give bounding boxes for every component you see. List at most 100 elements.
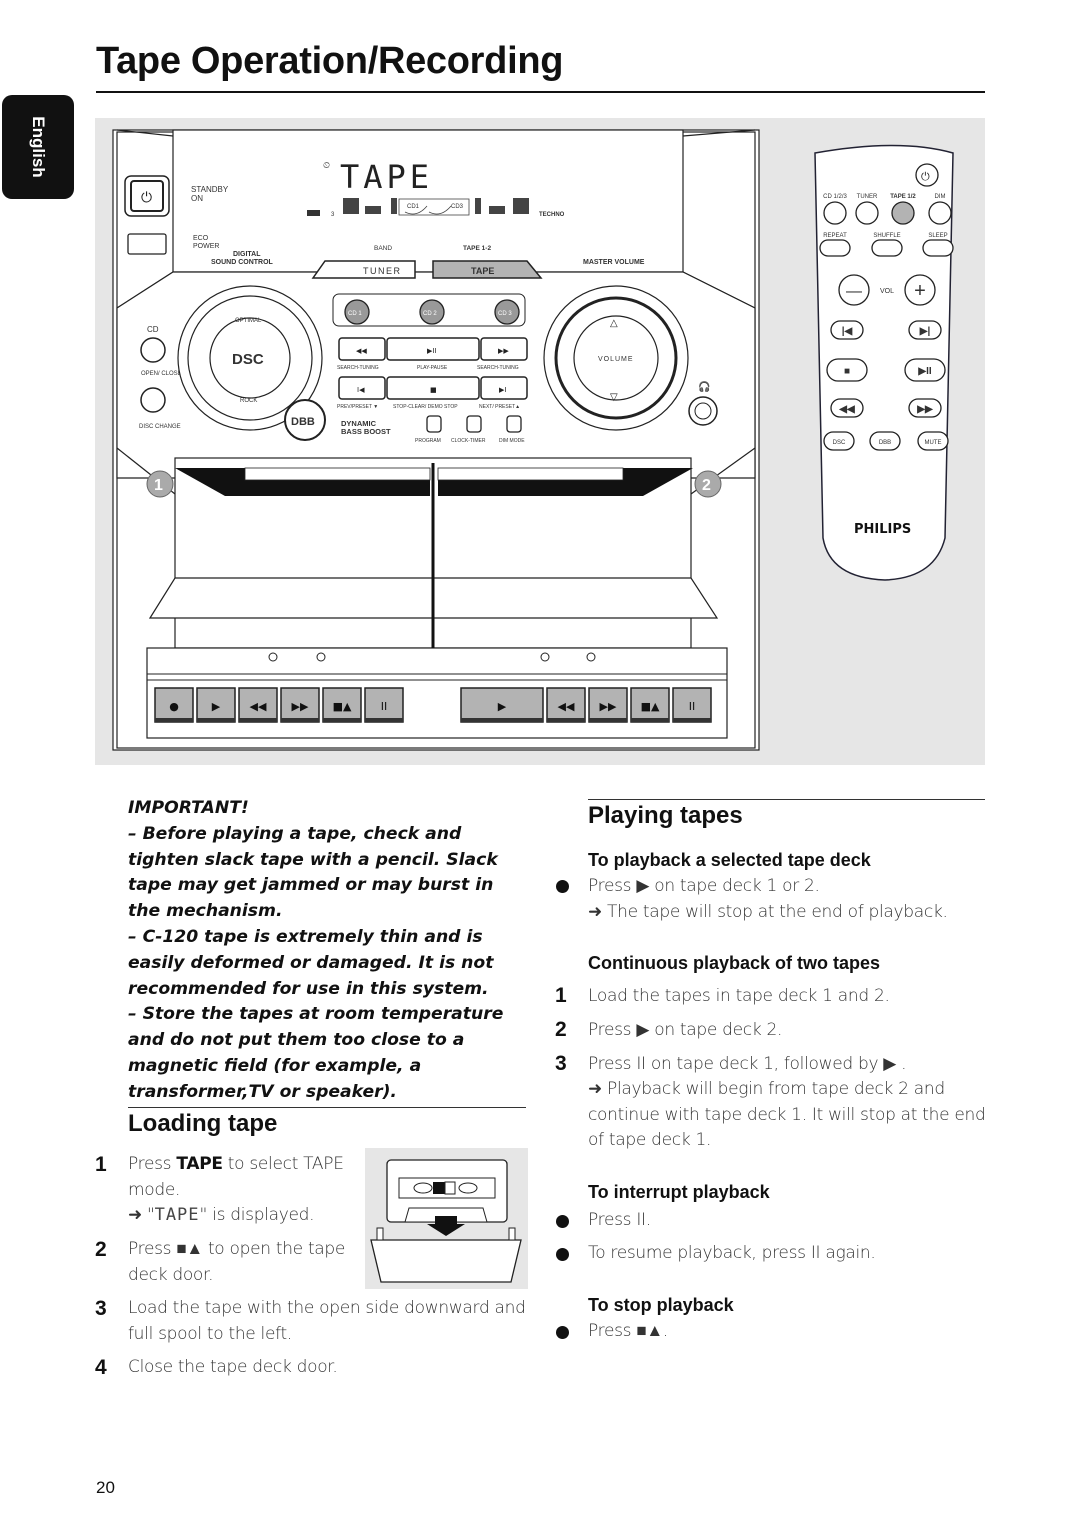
headphones-icon: 🎧 [698, 380, 710, 393]
bullet [556, 1215, 569, 1228]
step-number: 2 [555, 1018, 567, 1041]
svg-text:PLAY-PAUSE: PLAY-PAUSE [417, 365, 448, 371]
svg-text:DBB: DBB [291, 416, 315, 428]
svg-text:▶▶: ▶▶ [292, 700, 309, 713]
svg-text:CD1: CD1 [407, 204, 420, 210]
deck1-record-button[interactable]: ● [154, 687, 194, 723]
clock-timer-button[interactable] [466, 415, 482, 433]
step-number: 2 [95, 1238, 107, 1261]
svg-text:DISC CHANGE: DISC CHANGE [139, 424, 181, 430]
cd3-button[interactable]: CD 3 [494, 299, 520, 325]
svg-text:OPTIMAL: OPTIMAL [235, 318, 262, 324]
continuous-step-3: Press II on tape deck 1, followed by ▶ . [588, 1054, 907, 1074]
remote-cd-1-2-3-button[interactable] [823, 201, 847, 225]
tape-button[interactable]: TAPE [432, 260, 543, 279]
resume-step: To resume playback, press II again. [588, 1243, 876, 1263]
svg-text:◀◀: ◀◀ [558, 700, 575, 713]
clock-icon: ⏲ [323, 160, 330, 170]
svg-text:CD: CD [147, 325, 159, 334]
program-button[interactable] [426, 415, 442, 433]
svg-text:DIM: DIM [935, 194, 946, 200]
cd1-button[interactable]: CD 1 [344, 299, 370, 325]
remote-power-button[interactable]: ⏻ [915, 163, 939, 187]
cd2-button[interactable]: CD 2 [419, 299, 445, 325]
svg-text:II: II [689, 700, 696, 713]
svg-text:CD 2: CD 2 [423, 311, 437, 317]
svg-text:OPEN/ CLOSE: OPEN/ CLOSE [141, 371, 182, 377]
volume-knob[interactable]: VOLUME △ ▽ [543, 285, 689, 431]
svg-text:SLEEP: SLEEP [928, 233, 947, 239]
svg-text:TECHNO: TECHNO [539, 212, 565, 218]
svg-text:●: ● [169, 700, 179, 713]
remote-shuffle-button[interactable] [871, 239, 903, 257]
page-number: 20 [96, 1478, 115, 1497]
svg-text:TAPE: TAPE [471, 266, 494, 276]
svg-text:■: ■ [844, 366, 850, 377]
disc-change-button[interactable] [140, 387, 166, 413]
continuous-step-1: Load the tapes in tape deck 1 and 2. [588, 986, 890, 1006]
svg-text:ECO: ECO [193, 235, 209, 242]
deck2-fast-forward-button[interactable]: ▶▶ [588, 687, 628, 723]
standby-button[interactable]: ⏻ [124, 175, 170, 217]
svg-text:NEXT/ PRESET▲: NEXT/ PRESET▲ [479, 404, 520, 410]
selected-deck-result: ➜ The tape will stop at the end of playb… [588, 902, 948, 922]
svg-text:▶: ▶ [498, 700, 507, 713]
deck1-play-button[interactable]: ▶ [196, 687, 236, 723]
svg-text:DSC: DSC [232, 351, 264, 368]
step-number: 1 [555, 984, 567, 1007]
deck1-pause-button[interactable]: II [364, 687, 404, 723]
step-number: 3 [95, 1297, 107, 1320]
subheading-continuous: Continuous playback of two tapes [588, 953, 881, 973]
svg-text:CD 1/2/3: CD 1/2/3 [823, 194, 847, 200]
svg-text:DIM MODE: DIM MODE [499, 438, 525, 444]
svg-text:BASS BOOST: BASS BOOST [341, 427, 391, 436]
deck1-rewind-button[interactable]: ◀◀ [238, 687, 278, 723]
remote-dim-button[interactable] [928, 201, 952, 225]
svg-text:PROGRAM: PROGRAM [415, 438, 441, 444]
svg-text:■▲: ■▲ [333, 700, 352, 713]
svg-text:SOUND CONTROL: SOUND CONTROL [211, 259, 274, 266]
eco-power-button[interactable] [127, 233, 167, 255]
deck-number-1: 1 [146, 470, 174, 498]
open-close-button[interactable] [140, 337, 166, 363]
deck2-rewind-button[interactable]: ◀◀ [546, 687, 586, 723]
important-heading: IMPORTANT! [128, 798, 249, 818]
deck2-play-button[interactable]: ▶ [460, 687, 544, 723]
remote-repeat-button[interactable] [819, 239, 851, 257]
svg-text:CD 3: CD 3 [498, 311, 512, 317]
svg-text:DBB: DBB [879, 440, 891, 446]
section-rule [128, 1107, 526, 1108]
deck2-pause-button[interactable]: II [672, 687, 712, 723]
dim-mode-button[interactable] [506, 415, 522, 433]
svg-text:▶|: ▶| [919, 326, 931, 337]
cassette-loading-illustration [365, 1148, 528, 1289]
svg-text:ROCK: ROCK [240, 398, 257, 404]
deck1-stop-eject-button[interactable]: ■▲ [322, 687, 362, 723]
svg-text:TUNER: TUNER [363, 266, 402, 276]
svg-text:BAND: BAND [374, 245, 392, 252]
svg-text:TUNER: TUNER [857, 194, 878, 200]
playing-tapes-title: Playing tapes [588, 802, 743, 829]
svg-text:ON: ON [191, 194, 203, 203]
remote-tape-1-2-button[interactable] [891, 201, 915, 225]
svg-text:VOLUME: VOLUME [598, 356, 634, 363]
continuous-step-2: Press ▶ on tape deck 2. [588, 1020, 783, 1040]
svg-text:CD 1: CD 1 [348, 311, 362, 317]
deck1-fast-forward-button[interactable]: ▶▶ [280, 687, 320, 723]
loading-step-2: Press ■▲ to open the tape deck door. [128, 1239, 346, 1285]
power-icon: ⏻ [141, 190, 152, 206]
svg-text:DIGITAL: DIGITAL [233, 251, 261, 258]
remote-sleep-button[interactable] [922, 239, 954, 257]
svg-text:—: — [846, 283, 862, 300]
svg-text:▶II: ▶II [917, 366, 931, 377]
power-icon: ⏻ [921, 170, 930, 183]
stop-step: Press ■▲. [588, 1321, 668, 1341]
deck2-stop-eject-button[interactable]: ■▲ [630, 687, 670, 723]
display-text: TAPE [340, 158, 433, 196]
interrupt-step: Press II. [588, 1210, 651, 1230]
svg-text:SEARCH-TUNING: SEARCH-TUNING [337, 365, 379, 371]
dbb-button[interactable]: DBB [284, 399, 326, 441]
remote-tuner-button[interactable] [855, 201, 879, 225]
svg-text:▶II: ▶II [427, 347, 437, 355]
tuner-button[interactable]: TUNER [311, 260, 416, 279]
